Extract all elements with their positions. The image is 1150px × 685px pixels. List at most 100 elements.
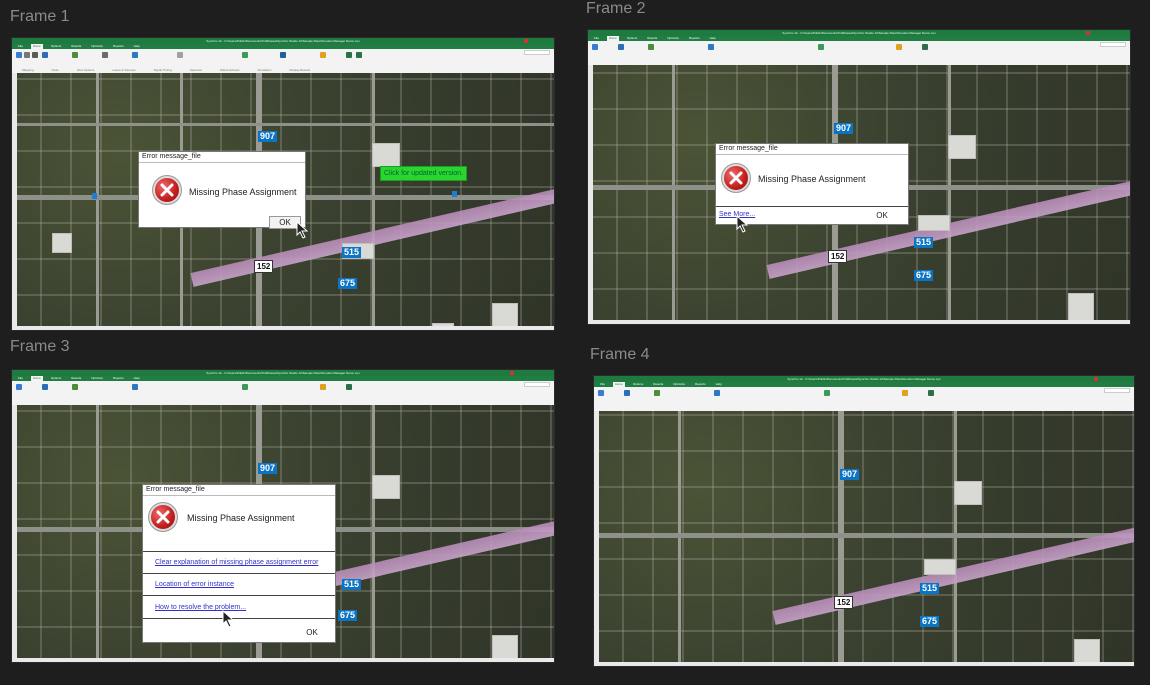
building: [372, 143, 400, 167]
ok-button[interactable]: OK: [868, 210, 896, 221]
notification-icon[interactable]: [1086, 31, 1090, 35]
updated-version-button[interactable]: Click for updated version.: [380, 166, 467, 181]
selection-icon[interactable]: [824, 390, 830, 396]
building: [918, 215, 950, 231]
simtraffic-icon[interactable]: [896, 44, 902, 50]
volumes-icon[interactable]: [72, 384, 78, 390]
error-dialog: Error message_file Missing Phase Assignm…: [715, 143, 909, 225]
notification-icon[interactable]: [524, 39, 528, 43]
status-bar: [12, 326, 554, 330]
volumes-icon[interactable]: [72, 52, 78, 58]
route-152-shield: 152: [834, 596, 854, 609]
status-bar: [594, 662, 1134, 666]
error-dialog: Error message_file Missing Phase Assignm…: [142, 484, 336, 643]
map-icon[interactable]: [598, 390, 604, 396]
dialog-title: Error message_file: [139, 152, 305, 163]
notification-icon[interactable]: [1094, 377, 1098, 381]
phasing-icon[interactable]: [132, 384, 138, 390]
frame-1-app-window: Synchro 12 - C:\Users\Public\Documents\T…: [12, 38, 554, 330]
main-street-vertical: [838, 411, 844, 666]
frame-4-label: Frame 4: [590, 346, 650, 363]
zoom-icon[interactable]: [32, 52, 38, 58]
ribbon-group-mapping: Mapping: [22, 68, 34, 72]
lanes-icon[interactable]: [624, 390, 630, 396]
warrant-icon[interactable]: [280, 52, 286, 58]
lanes-icon[interactable]: [42, 384, 48, 390]
display-results-icon[interactable]: [346, 384, 352, 390]
node-icon[interactable]: [24, 52, 30, 58]
side-street: [678, 411, 681, 666]
error-message: Missing Phase Assignment: [187, 513, 295, 523]
route-515-shield: 515: [920, 583, 940, 594]
side-street: [672, 65, 675, 324]
route-515-shield: 515: [342, 579, 362, 590]
ribbon-search-input[interactable]: [524, 382, 550, 387]
map-icon[interactable]: [16, 52, 22, 58]
left-side-panel: [12, 405, 17, 662]
side-street: [372, 405, 375, 662]
selection-icon[interactable]: [818, 44, 824, 50]
route-675-shield: 675: [920, 616, 940, 627]
lanes-icon[interactable]: [618, 44, 624, 50]
ribbon-search-input[interactable]: [1104, 388, 1130, 393]
ribbon-group-simulation: Simulation: [257, 68, 272, 72]
ribbon-group-node: Node: [51, 68, 59, 72]
phasing-icon[interactable]: [132, 52, 138, 58]
simtraffic-icon[interactable]: [902, 390, 908, 396]
phasing-icon[interactable]: [708, 44, 714, 50]
side-street: [372, 73, 375, 330]
map-icon[interactable]: [592, 44, 598, 50]
building: [954, 481, 982, 505]
template-icon[interactable]: [177, 52, 183, 58]
selection-icon[interactable]: [242, 52, 248, 58]
dialog-divider: [143, 595, 335, 596]
main-street-horizontal: [594, 533, 1134, 538]
display-results-icon[interactable]: [928, 390, 934, 396]
error-icon: [155, 178, 179, 202]
display-results-icon-2[interactable]: [356, 52, 362, 58]
left-side-panel: [594, 411, 599, 666]
dialog-divider: [143, 573, 335, 574]
selection-icon[interactable]: [242, 384, 248, 390]
ribbon-group-selection: Selection: [189, 68, 203, 72]
volumes-icon[interactable]: [654, 390, 660, 396]
left-side-panel: [12, 73, 17, 330]
frame-2-label: Frame 2: [586, 0, 646, 17]
display-results-icon[interactable]: [922, 44, 928, 50]
ribbon-search-input[interactable]: [524, 50, 550, 55]
notification-icon[interactable]: [510, 371, 514, 375]
mouse-cursor-icon: [736, 215, 749, 233]
ribbon-group-view: View Options: [76, 68, 95, 72]
map-icon[interactable]: [16, 384, 22, 390]
route-907-shield: 907: [834, 123, 854, 134]
route-515-shield: 515: [342, 247, 362, 258]
volumes-icon[interactable]: [648, 44, 654, 50]
error-icon: [724, 166, 748, 190]
lanes-icon[interactable]: [42, 52, 48, 58]
route-675-shield: 675: [338, 278, 358, 289]
building: [1068, 293, 1094, 323]
error-icon: [151, 505, 175, 529]
display-results-icon[interactable]: [346, 52, 352, 58]
aerial-map[interactable]: 907 152 515 675: [594, 411, 1134, 666]
ribbon-group-display: Display Results: [289, 68, 311, 72]
explanation-link[interactable]: Clear explanation of missing phase assig…: [155, 559, 318, 566]
dialog-divider: [143, 618, 335, 619]
error-location-link[interactable]: Location of error instance: [155, 581, 234, 588]
side-street: [954, 411, 957, 666]
ribbon-search-input[interactable]: [1100, 42, 1126, 47]
building: [948, 135, 976, 159]
mouse-cursor-icon: [296, 221, 309, 239]
mouse-cursor-icon: [222, 610, 235, 628]
frame-4-app-window: Synchro 12 - C:\Users\Public\Documents\T…: [594, 376, 1134, 666]
error-message: Missing Phase Assignment: [189, 187, 297, 197]
ok-button[interactable]: OK: [298, 627, 326, 638]
dialog-divider: [716, 206, 908, 207]
phasing-icon[interactable]: [714, 390, 720, 396]
ribbon-group-signal: Signal Timing: [153, 68, 172, 72]
dialog-title: Error message_file: [143, 485, 335, 496]
ribbon-group-warrant: Warrant/Assist: [220, 68, 240, 72]
simtraffic-icon[interactable]: [320, 52, 326, 58]
simtraffic-icon[interactable]: [320, 384, 326, 390]
timing-icon[interactable]: [102, 52, 108, 58]
